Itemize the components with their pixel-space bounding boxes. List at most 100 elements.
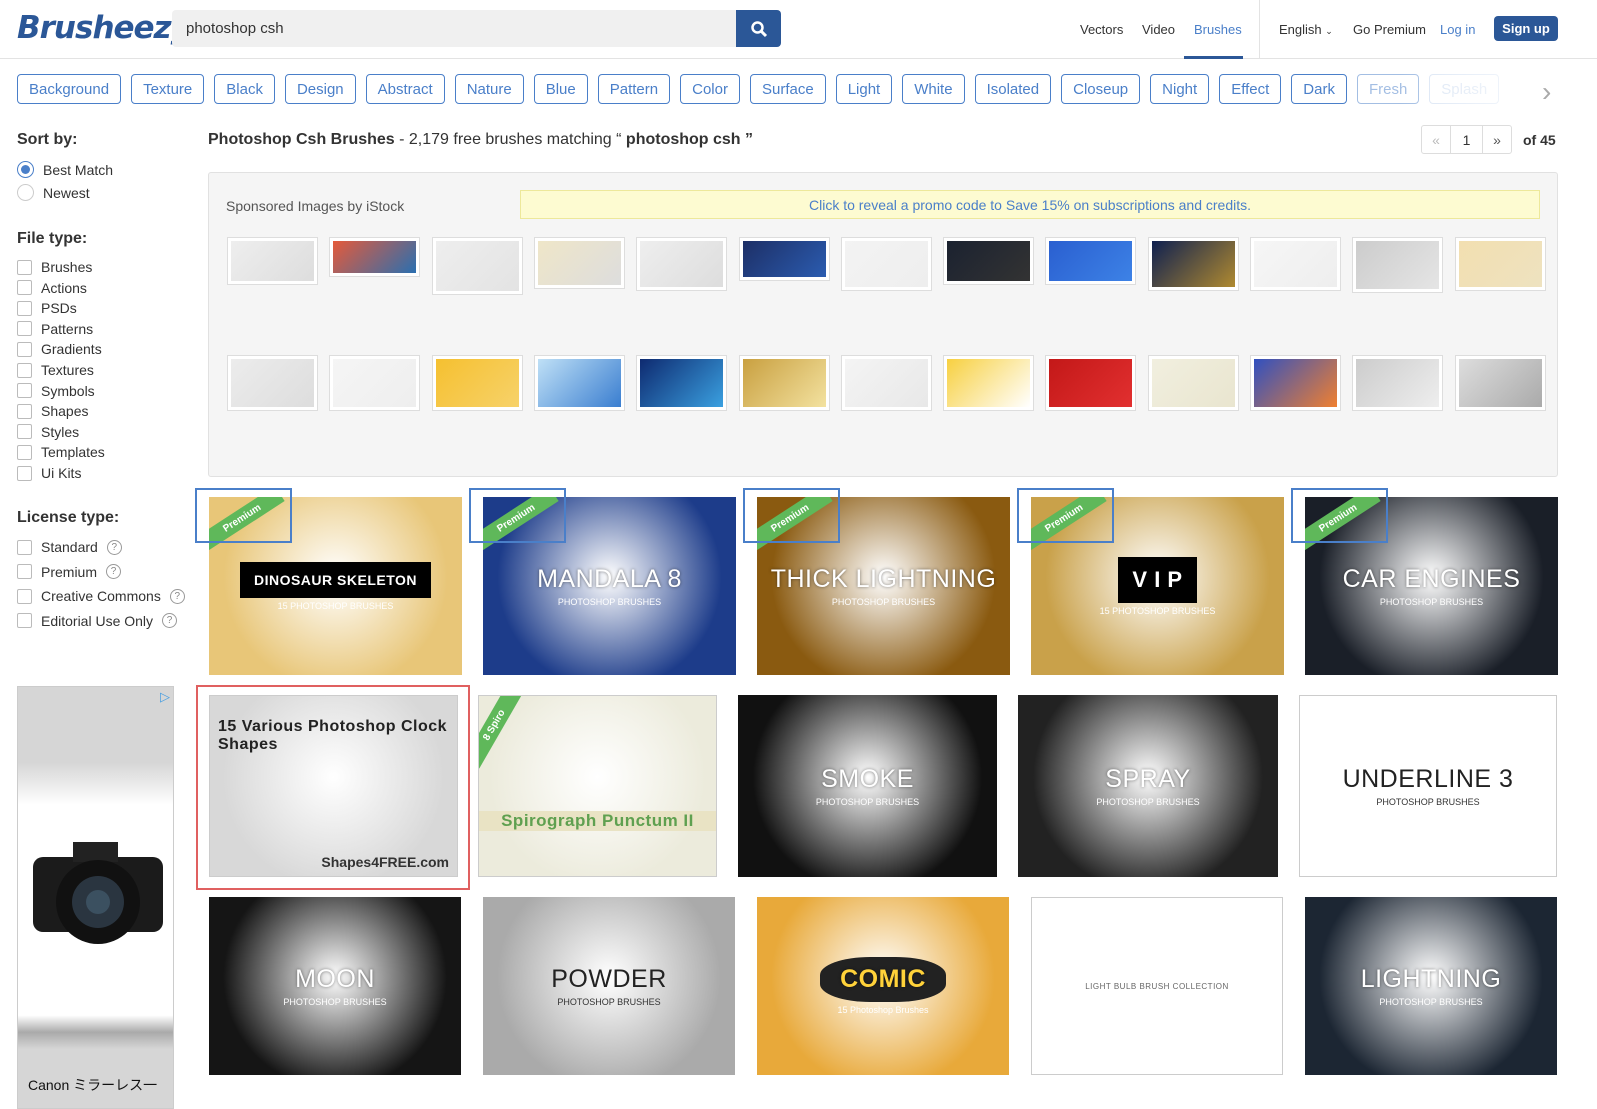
checkbox[interactable] <box>17 300 32 316</box>
tag-texture[interactable]: Texture <box>131 74 205 104</box>
sponsored-thumbnail[interactable] <box>1147 355 1239 411</box>
filter-symbols[interactable]: Symbols <box>17 383 95 399</box>
brush-card[interactable]: SMOKE PHOTOSHOP BRUSHES <box>738 695 997 877</box>
login-link[interactable]: Log in <box>1440 22 1475 37</box>
tag-isolated[interactable]: Isolated <box>974 74 1052 104</box>
sponsored-thumbnail[interactable] <box>738 355 830 411</box>
filter-psds[interactable]: PSDs <box>17 300 77 316</box>
sponsored-thumbnail[interactable] <box>1352 355 1444 411</box>
tag-surface[interactable]: Surface <box>749 74 826 104</box>
checkbox[interactable] <box>17 444 32 460</box>
tag-black[interactable]: Black <box>214 74 275 104</box>
help-icon[interactable]: ? <box>106 564 122 579</box>
brush-card[interactable]: POWDER PHOTOSHOP BRUSHES <box>483 897 735 1075</box>
brush-card[interactable]: Spirograph Punctum II 8 Spiro <box>478 695 717 877</box>
brush-card[interactable]: LIGHT BULB BRUSH COLLECTION <box>1031 897 1283 1075</box>
checkbox[interactable] <box>17 403 32 419</box>
checkbox[interactable] <box>17 383 32 399</box>
license-creative-commons[interactable]: Creative Commons? <box>17 588 185 604</box>
sponsored-thumbnail[interactable] <box>227 237 318 285</box>
sponsored-thumbnail[interactable] <box>533 355 625 411</box>
brush-card[interactable]: LIGHTNING PHOTOSHOP BRUSHES <box>1305 897 1557 1075</box>
brush-card[interactable]: 15 Various Photoshop Clock Shapes Shapes4… <box>209 695 458 877</box>
sponsored-thumbnail[interactable] <box>329 355 421 411</box>
sponsored-thumbnail[interactable] <box>1454 355 1546 411</box>
sponsored-thumbnail[interactable] <box>227 355 318 411</box>
sponsored-thumbnail[interactable] <box>1352 237 1444 293</box>
sponsored-thumbnail[interactable] <box>1454 237 1546 291</box>
filter-brushes[interactable]: Brushes <box>17 259 92 275</box>
tag-dark[interactable]: Dark <box>1291 74 1347 104</box>
sponsored-thumbnail[interactable] <box>1250 237 1341 291</box>
advertisement[interactable]: ▷ Canon ミラーレス一 <box>17 686 174 1109</box>
logo[interactable]: Brusheezy <box>17 10 191 46</box>
tag-night[interactable]: Night <box>1150 74 1210 104</box>
next-page-button[interactable]: » <box>1483 126 1511 153</box>
checkbox[interactable] <box>17 362 32 378</box>
tag-background[interactable]: Background <box>17 74 122 104</box>
checkbox[interactable] <box>17 613 32 628</box>
checkbox[interactable] <box>17 341 32 357</box>
filter-styles[interactable]: Styles <box>17 424 79 440</box>
help-icon[interactable]: ? <box>162 613 178 628</box>
checkbox[interactable] <box>17 588 32 604</box>
tag-color[interactable]: Color <box>680 74 740 104</box>
sort-newest[interactable]: Newest <box>17 184 90 201</box>
help-icon[interactable]: ? <box>106 539 122 555</box>
sponsored-thumbnail[interactable] <box>431 355 523 411</box>
tag-pattern[interactable]: Pattern <box>597 74 671 104</box>
checkbox[interactable] <box>17 259 32 275</box>
sponsored-thumbnail[interactable] <box>943 355 1035 411</box>
language-select[interactable]: English ⌄ <box>1279 22 1333 37</box>
brush-card[interactable]: COMIC 15 Photoshop Brushes <box>757 897 1009 1075</box>
sponsored-thumbnail[interactable] <box>943 237 1035 285</box>
help-icon[interactable]: ? <box>169 588 185 604</box>
filter-patterns[interactable]: Patterns <box>17 321 93 337</box>
tag-effect[interactable]: Effect <box>1219 74 1282 104</box>
checkbox[interactable] <box>17 321 32 337</box>
license-premium[interactable]: Premium? <box>17 564 122 580</box>
filter-templates[interactable]: Templates <box>17 444 105 460</box>
sponsored-thumbnail[interactable] <box>533 237 625 289</box>
sponsored-thumbnail[interactable] <box>1045 355 1137 411</box>
license-standard[interactable]: Standard? <box>17 539 122 555</box>
radio-checked[interactable] <box>17 161 34 178</box>
signup-button[interactable]: Sign up <box>1494 16 1558 41</box>
filter-gradients[interactable]: Gradients <box>17 341 102 357</box>
tag-abstract[interactable]: Abstract <box>365 74 445 104</box>
brush-card[interactable]: UNDERLINE 3 PHOTOSHOP BRUSHES <box>1299 695 1557 877</box>
sort-best-match[interactable]: Best Match <box>17 161 113 178</box>
checkbox[interactable] <box>17 539 32 555</box>
ad-choices-icon[interactable]: ▷ <box>160 689 170 705</box>
checkbox[interactable] <box>17 424 32 440</box>
brush-card[interactable]: SPRAY PHOTOSHOP BRUSHES <box>1018 695 1278 877</box>
sponsored-thumbnail[interactable] <box>1045 237 1137 285</box>
sponsored-thumbnail[interactable] <box>738 237 830 281</box>
search-input[interactable] <box>172 10 737 47</box>
sponsored-thumbnail[interactable] <box>431 237 523 295</box>
tag-design[interactable]: Design <box>284 74 356 104</box>
sponsored-thumbnail[interactable] <box>329 237 421 277</box>
tag-nature[interactable]: Nature <box>454 74 524 104</box>
license-editorial-use-only[interactable]: Editorial Use Only? <box>17 613 178 629</box>
prev-page-button[interactable]: « <box>1422 126 1451 153</box>
promo-banner[interactable]: Click to reveal a promo code to Save 15%… <box>520 190 1540 219</box>
sponsored-thumbnail[interactable] <box>1250 355 1341 411</box>
filter-ui-kits[interactable]: Ui Kits <box>17 465 81 481</box>
checkbox[interactable] <box>17 564 32 579</box>
tag-light[interactable]: Light <box>835 74 893 104</box>
sponsored-thumbnail[interactable] <box>636 355 728 411</box>
search-button[interactable] <box>736 10 781 47</box>
radio[interactable] <box>17 184 34 201</box>
filter-textures[interactable]: Textures <box>17 362 94 378</box>
brush-card[interactable]: MOON PHOTOSHOP BRUSHES <box>209 897 461 1075</box>
checkbox[interactable] <box>17 465 32 481</box>
go-premium-link[interactable]: Go Premium <box>1353 22 1426 37</box>
sponsored-thumbnail[interactable] <box>840 355 932 411</box>
page-input[interactable]: 1 <box>1451 126 1483 153</box>
checkbox[interactable] <box>17 280 32 296</box>
chevron-right-icon[interactable]: › <box>1542 76 1551 108</box>
sponsored-thumbnail[interactable] <box>636 237 728 291</box>
sponsored-thumbnail[interactable] <box>840 237 932 291</box>
nav-brushes[interactable]: Brushes <box>1194 22 1242 37</box>
